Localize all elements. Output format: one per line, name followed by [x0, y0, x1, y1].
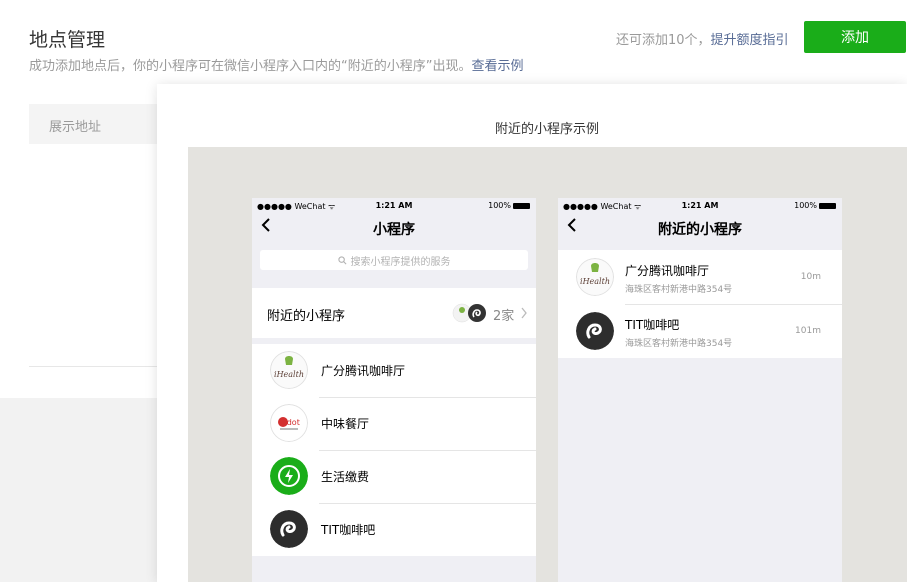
quota-text: 还可添加10个， — [616, 33, 711, 48]
list-item-name: 中味餐厅 — [321, 417, 370, 431]
miniprogram-icon — [270, 510, 308, 548]
list-item[interactable]: iHealth 广分腾讯咖啡厅 海珠区客村新港中路354号 10m — [558, 250, 842, 304]
phone-nearby-list: ●●●●● WeChat ᯤ 1:21 AM 100% 附近的小程序 iHeal… — [558, 198, 842, 582]
mdot-logo-icon: ·dot — [270, 404, 308, 442]
list-item[interactable]: ·dot 中味餐厅 — [252, 397, 536, 450]
page-subtitle: 成功添加地点后，你的小程序可在微信小程序入口内的“附近的小程序”出现。查看示例 — [29, 55, 524, 74]
view-example-link[interactable]: 查看示例 — [471, 59, 523, 74]
list-item-name: 广分腾讯咖啡厅 — [625, 264, 710, 278]
status-bar: ●●●●● WeChat ᯤ 1:21 AM 100% — [252, 198, 536, 214]
list-item-name: 生活缴费 — [321, 470, 370, 484]
ihealth-logo-icon: iHealth — [270, 351, 308, 389]
svg-text:iHealth: iHealth — [580, 277, 610, 286]
battery-icon — [513, 202, 530, 209]
status-bar: ●●●●● WeChat ᯤ 1:21 AM 100% — [558, 198, 842, 214]
chevron-right-icon — [521, 307, 527, 319]
miniprogram-list: iHealth 广分腾讯咖啡厅 ·dot 中味餐厅 生活缴费 TIT咖啡吧 — [252, 344, 536, 556]
bolt-icon — [270, 457, 308, 495]
list-item-name: 广分腾讯咖啡厅 — [321, 364, 406, 378]
list-item[interactable]: TIT咖啡吧 — [252, 503, 536, 556]
list-item-name: TIT咖啡吧 — [321, 523, 376, 537]
svg-text:iHealth: iHealth — [274, 370, 304, 379]
nav-bar: 附近的小程序 — [558, 214, 842, 242]
svg-text:·dot: ·dot — [284, 418, 300, 427]
example-popover: 附近的小程序示例 ●●●●● WeChat ᯤ 1:21 AM 100% 小程序… — [157, 84, 907, 582]
nearby-label: 附近的小程序 — [267, 309, 346, 324]
search-icon — [337, 255, 346, 264]
nearby-logos-icon — [452, 303, 486, 323]
list-item-address: 海珠区客村新港中路354号 — [625, 285, 733, 295]
list-item-distance: 101m — [795, 326, 821, 336]
nearby-miniprograms-row[interactable]: 附近的小程序 2家 — [252, 288, 536, 338]
add-button[interactable]: 添加 — [804, 21, 906, 53]
raise-quota-link[interactable]: 提升额度指引 — [711, 33, 789, 48]
quota-info: 还可添加10个，提升额度指引 — [616, 29, 789, 48]
list-item[interactable]: TIT咖啡吧 海珠区客村新港中路354号 101m — [558, 304, 842, 358]
table-divider — [29, 366, 169, 367]
nav-bar: 小程序 — [252, 214, 536, 242]
popover-title: 附近的小程序示例 — [494, 122, 599, 137]
search-bar[interactable]: 搜索小程序提供的服务 — [260, 250, 528, 270]
page-title: 地点管理 — [29, 29, 106, 51]
nearby-list: iHealth 广分腾讯咖啡厅 海珠区客村新港中路354号 10m TIT咖啡吧… — [558, 250, 842, 358]
list-item-name: TIT咖啡吧 — [625, 318, 680, 332]
phone-miniprogram-list: ●●●●● WeChat ᯤ 1:21 AM 100% 小程序 搜索小程序提供的… — [252, 198, 536, 582]
nearby-count: 2家 — [493, 309, 515, 324]
nav-title: 小程序 — [373, 222, 415, 238]
example-preview-image: ●●●●● WeChat ᯤ 1:21 AM 100% 小程序 搜索小程序提供的… — [188, 147, 907, 582]
battery-indicator: 100% — [488, 201, 530, 210]
battery-icon — [819, 202, 836, 209]
list-item-distance: 10m — [800, 272, 821, 282]
search-placeholder: 搜索小程序提供的服务 — [350, 256, 451, 268]
miniprogram-icon — [576, 312, 614, 350]
list-item-address: 海珠区客村新港中路354号 — [625, 339, 733, 349]
subtitle-text: 成功添加地点后，你的小程序可在微信小程序入口内的“附近的小程序”出现。 — [29, 59, 472, 74]
nav-title: 附近的小程序 — [658, 222, 742, 238]
list-item[interactable]: 生活缴费 — [252, 450, 536, 503]
table-header-display-address: 展示地址 — [29, 104, 169, 144]
battery-indicator: 100% — [794, 201, 836, 210]
list-item[interactable]: iHealth 广分腾讯咖啡厅 — [252, 344, 536, 397]
ihealth-logo-icon: iHealth — [576, 258, 614, 296]
